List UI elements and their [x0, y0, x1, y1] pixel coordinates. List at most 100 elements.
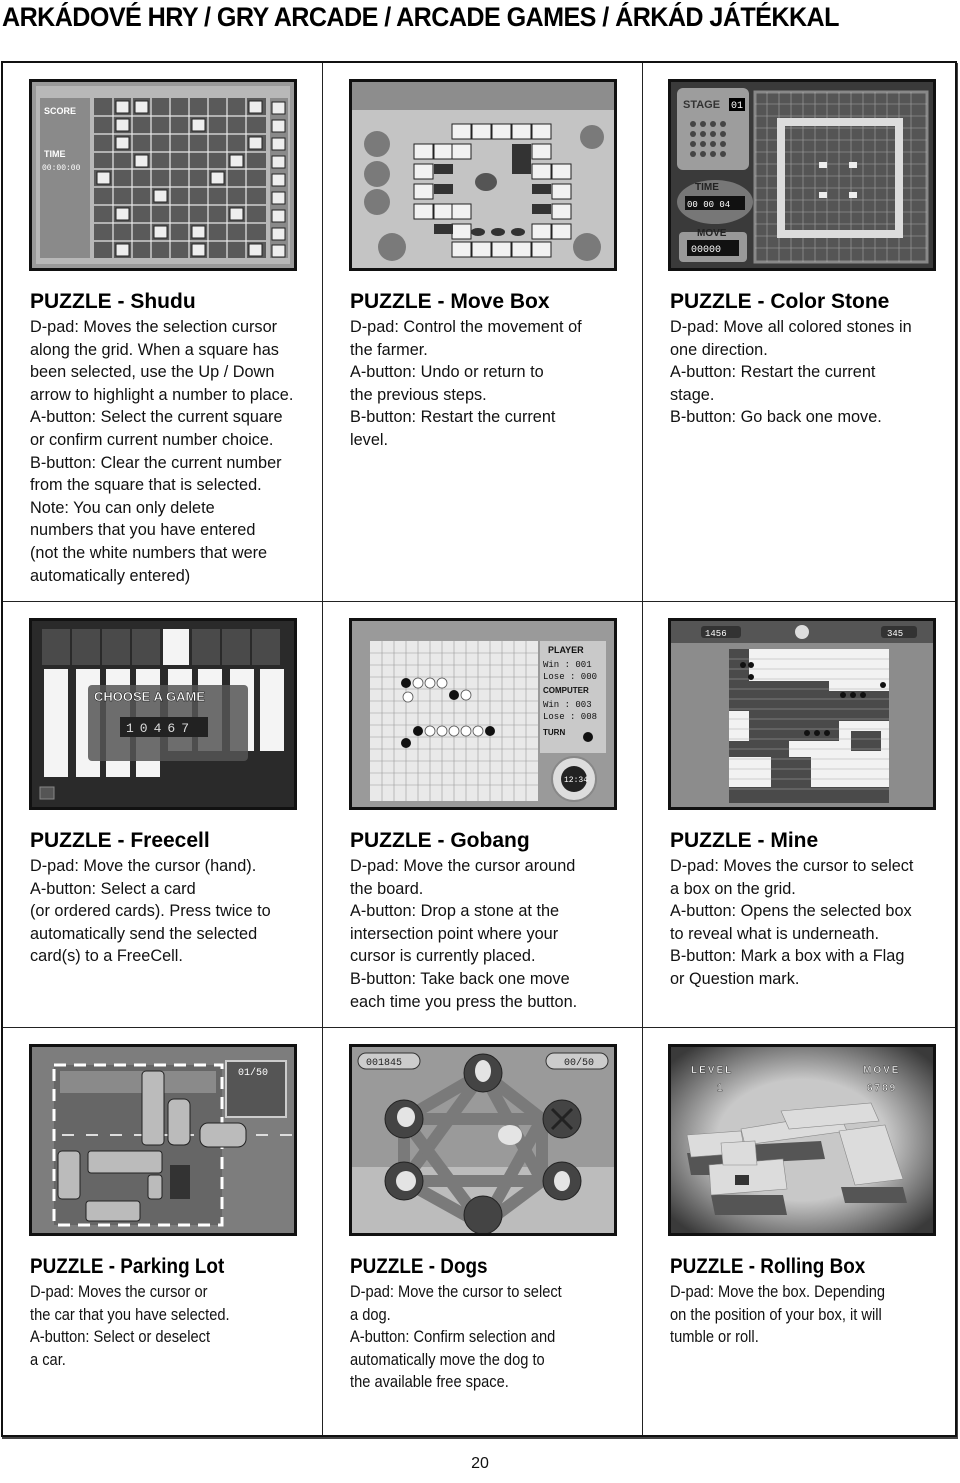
desc-line: a dog. [350, 1305, 391, 1324]
game-title: PUZZLE - Color Stone [670, 290, 890, 313]
game-number: 10467 [126, 721, 195, 736]
freecell-cards-icon: CHOOSE A GAME 10467 [29, 618, 297, 810]
page-title: ARKÁDOVÉ HRY / GRY ARCADE / ARCADE GAMES… [2, 2, 839, 32]
hud-time: 00 00 04 [687, 200, 730, 210]
desc-line: along the grid. When a square has [30, 340, 279, 359]
hud-score: SCORE [44, 106, 76, 116]
game-cell-move-box: PUZZLE - Move Box D-pad: Control the mov… [323, 63, 643, 601]
game-cell-shudu: SCORE TIME 00:00:00 PUZZLE - Shudu D-pad… [3, 63, 323, 601]
desc-line: automatically send the selected [30, 924, 258, 943]
desc-line: card(s) to a FreeCell. [30, 947, 183, 966]
hud-time-label: TIME [44, 149, 66, 159]
desc-line: D-pad: Move the box. Depending [670, 1283, 886, 1301]
desc-line: D-pad: Move all colored stones in [670, 318, 912, 336]
desc-line: each time you press the button. [350, 992, 578, 1011]
game-cell-color-stone: STAGE 01 TIME 00 00 04 MOVE 00000 PUZZLE… [643, 63, 955, 601]
hud-computer-win: Win : 003 [543, 700, 592, 710]
dogs-star-board-icon: 001845 00/50 [349, 1044, 617, 1236]
desc-line: tumble or roll. [670, 1328, 759, 1347]
game-description: D-pad: Control the movement of the farme… [350, 316, 635, 452]
desc-line: a box on the grid. [670, 879, 796, 898]
desc-line: B-button: Go back one move. [670, 408, 882, 427]
hud-level: 01/50 [238, 1067, 268, 1079]
rolling-box-board-icon: LEVEL 1 MOVE 6789 [668, 1044, 936, 1236]
hud-turn: TURN [543, 728, 565, 737]
games-table: SCORE TIME 00:00:00 PUZZLE - Shudu D-pad… [1, 61, 957, 1437]
game-description: D-pad: Moves the cursor or the car that … [30, 1281, 287, 1371]
desc-line: the board. [350, 879, 424, 898]
desc-line: A-button: Opens the selected box [670, 902, 912, 921]
sudoku-grid-icon: SCORE TIME 00:00:00 [29, 79, 297, 271]
desc-line: or confirm current number choice. [30, 430, 274, 449]
hud-stage-value: 01 [731, 101, 743, 112]
desc-line: the farmer. [350, 340, 428, 359]
game-title: PUZZLE - Mine [670, 829, 819, 852]
desc-line: intersection point where your [350, 924, 559, 943]
hud-player-lose: Lose : 000 [543, 672, 597, 682]
game-title: PUZZLE - Parking Lot [30, 1255, 225, 1278]
desc-line: D-pad: Moves the selection cursor [30, 318, 278, 336]
game-cell-mine: 1456 345 PUZZLE - Mine D-pad: Moves the … [643, 602, 955, 1027]
desc-line: (not the white numbers that were [30, 543, 268, 562]
desc-line: or Question mark. [670, 969, 800, 988]
game-description: D-pad: Move the cursor (hand). A-button:… [30, 855, 315, 968]
desc-line: been selected, use the Up / Down [30, 363, 275, 382]
desc-line: level. [350, 430, 389, 449]
game-description: D-pad: Move the cursor to select a dog. … [350, 1281, 607, 1394]
game-description: D-pad: Move all colored stones in one di… [670, 316, 955, 429]
hud-clock: 12:34 [564, 776, 588, 785]
desc-line: A-button: Confirm selection and [350, 1328, 556, 1347]
game-cell-dogs: 001845 00/50 PUZZLE - Dogs D-pad: Move t… [323, 1028, 643, 1435]
table-row: 01/50 PUZZLE - Parking Lot D-pad: Moves … [3, 1028, 955, 1435]
color-stone-board-icon: STAGE 01 TIME 00 00 04 MOVE 00000 [668, 79, 936, 271]
hud-level-value: 1 [717, 1083, 723, 1094]
desc-line: B-button: Clear the current number [30, 453, 282, 472]
desc-line: (or ordered cards). Press twice to [30, 902, 271, 921]
desc-line: A-button: Restart the current [670, 363, 876, 382]
game-title: PUZZLE - Rolling Box [670, 1255, 866, 1278]
game-cell-parking-lot: 01/50 PUZZLE - Parking Lot D-pad: Moves … [3, 1028, 323, 1435]
hud-mines: 345 [887, 629, 903, 639]
desc-line: A-button: Select or deselect [30, 1328, 211, 1347]
desc-line: D-pad: Control the movement of [350, 318, 582, 336]
desc-line: D-pad: Move the cursor around [350, 857, 576, 875]
hud-move-label: MOVE [863, 1065, 900, 1076]
hud-stage-label: STAGE [683, 99, 720, 111]
desc-line: to reveal what is underneath. [670, 924, 880, 943]
hud-move-value: 6789 [867, 1083, 897, 1094]
table-row: SCORE TIME 00:00:00 PUZZLE - Shudu D-pad… [3, 63, 955, 602]
parking-lot-icon: 01/50 [29, 1044, 297, 1236]
desc-line: A-button: Select a card [30, 879, 196, 898]
desc-line: D-pad: Moves the cursor or [30, 1283, 208, 1301]
desc-line: arrow to highlight a number to place. [30, 385, 294, 404]
game-description: D-pad: Move the cursor around the board.… [350, 855, 635, 1013]
game-title: PUZZLE - Shudu [30, 290, 196, 313]
game-description: D-pad: Moves the selection cursor along … [30, 316, 315, 587]
desc-line: D-pad: Moves the cursor to select [670, 857, 914, 875]
hud-move-label: MOVE [697, 228, 727, 239]
hud-level-label: LEVEL [691, 1065, 733, 1076]
sokoban-board-icon [349, 79, 617, 271]
desc-line: the car that you have selected. [30, 1305, 230, 1324]
game-title: PUZZLE - Move Box [350, 290, 550, 313]
desc-line: stage. [670, 385, 715, 404]
hud-score: 001845 [366, 1058, 402, 1069]
desc-line: the previous steps. [350, 385, 487, 404]
desc-line: the available free space. [350, 1373, 509, 1392]
hud-player: PLAYER [548, 645, 584, 655]
desc-line: from the square that is selected. [30, 476, 262, 495]
hud-level: 00/50 [564, 1057, 594, 1069]
game-title: PUZZLE - Freecell [30, 829, 210, 852]
game-description: D-pad: Move the box. Depending on the po… [670, 1281, 927, 1349]
desc-line: one direction. [670, 340, 768, 359]
hud-time: 00:00:00 [42, 164, 81, 173]
hud-player-win: Win : 001 [543, 660, 592, 670]
desc-line: B-button: Restart the current [350, 408, 556, 427]
desc-line: A-button: Undo or return to [350, 363, 544, 382]
desc-line: D-pad: Move the cursor to select [350, 1283, 562, 1301]
game-title: PUZZLE - Gobang [350, 829, 530, 852]
desc-line: A-button: Drop a stone at the [350, 902, 560, 921]
game-cell-gobang: PLAYER Win : 001 Lose : 000 COMPUTER Win… [323, 602, 643, 1027]
choose-game-label: CHOOSE A GAME [94, 689, 205, 704]
desc-line: a car. [30, 1350, 66, 1369]
